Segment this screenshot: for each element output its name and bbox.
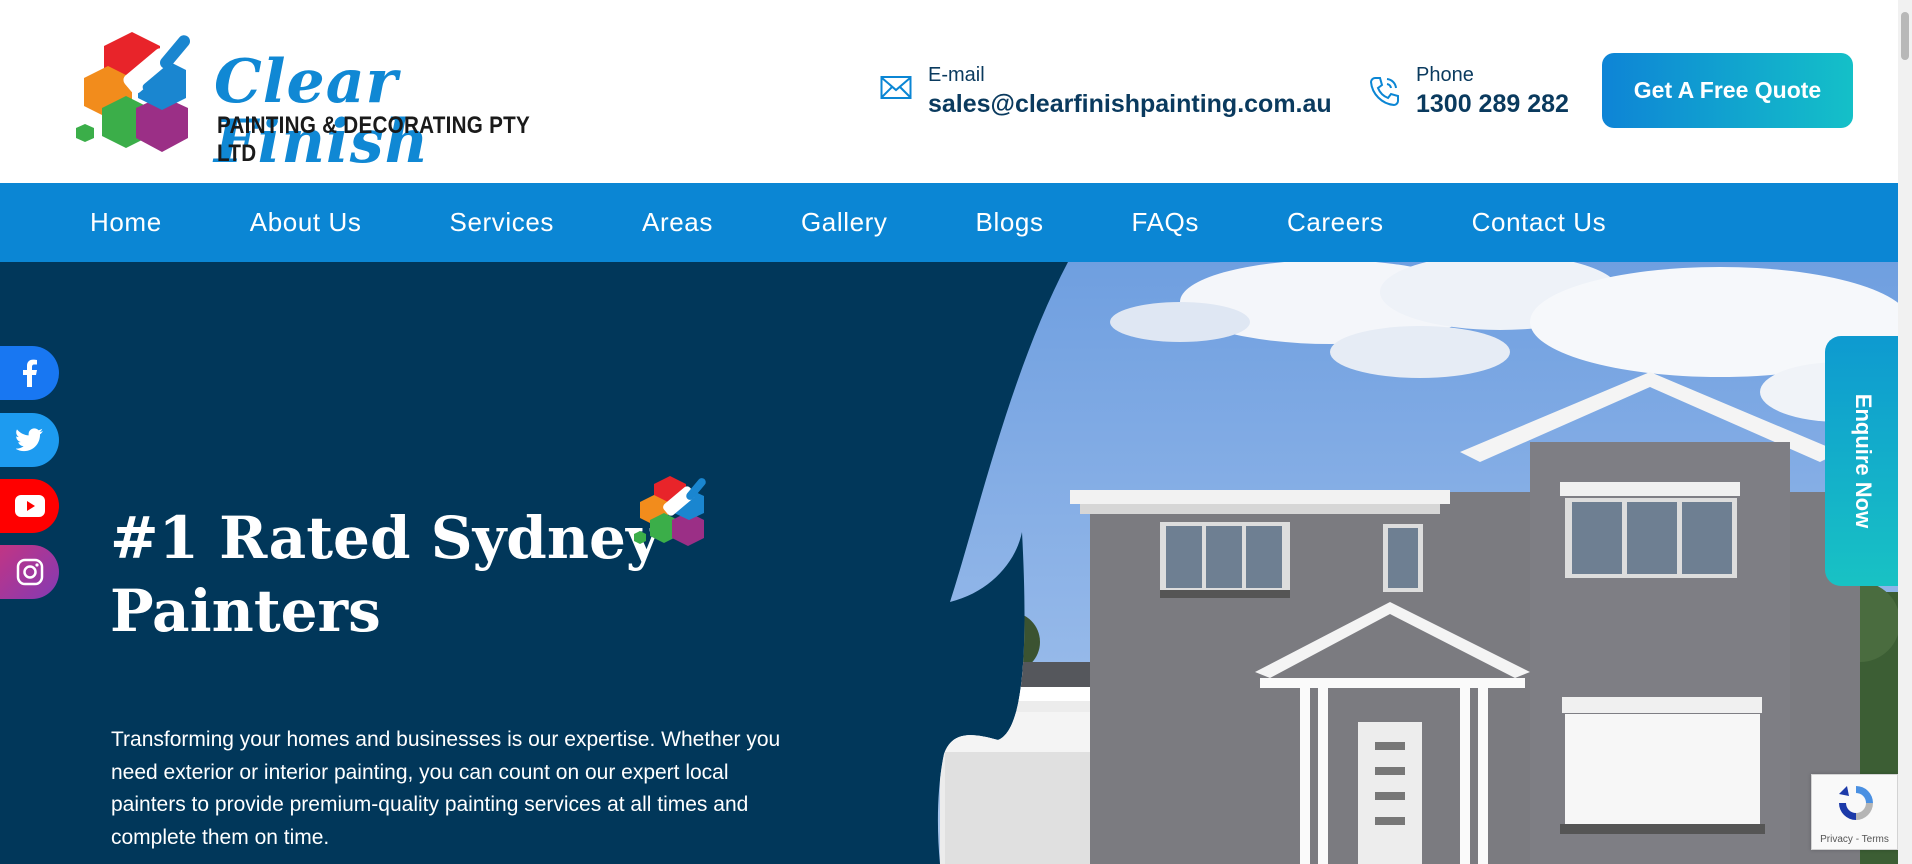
nav-item-about-us[interactable]: About Us: [250, 207, 362, 238]
free-quote-button[interactable]: Get A Free Quote: [1602, 53, 1853, 128]
phone-contact[interactable]: Phone 1300 289 282: [1368, 60, 1588, 120]
logo[interactable]: Clear Finish PAINTING & DECORATING PTY L…: [74, 28, 594, 172]
email-contact[interactable]: E-mail sales@clearfinishpainting.com.au: [880, 60, 1360, 120]
recaptcha-text[interactable]: Privacy - Terms: [1812, 834, 1897, 845]
paint-brush-badge-icon: [634, 476, 706, 546]
enquire-now-label: Enquire Now: [1851, 393, 1876, 529]
scrollbar-thumb[interactable]: [1901, 12, 1909, 60]
nav-item-careers[interactable]: Careers: [1287, 207, 1384, 238]
instagram-link[interactable]: [0, 545, 59, 599]
facebook-link[interactable]: [0, 346, 59, 400]
recaptcha-icon: [1839, 786, 1873, 820]
brand-tagline: PAINTING & DECORATING PTY LTD: [217, 112, 530, 167]
nav-item-contact-us[interactable]: Contact Us: [1472, 207, 1607, 238]
nav-item-blogs[interactable]: Blogs: [976, 207, 1044, 238]
phone-icon: [1369, 77, 1399, 107]
nav-item-areas[interactable]: Areas: [642, 207, 713, 238]
envelope-icon: [880, 76, 912, 99]
nav-item-services[interactable]: Services: [450, 207, 555, 238]
page-scrollbar[interactable]: [1898, 0, 1912, 864]
recaptcha-badge[interactable]: Privacy - Terms: [1811, 774, 1898, 850]
instagram-icon: [16, 558, 43, 586]
nav-item-home[interactable]: Home: [90, 207, 162, 238]
phone-value[interactable]: 1300 289 282: [1416, 90, 1569, 119]
youtube-icon: [14, 495, 45, 517]
email-label: E-mail: [928, 64, 985, 86]
twitter-link[interactable]: [0, 413, 59, 467]
youtube-link[interactable]: [0, 479, 59, 533]
facebook-icon: [22, 359, 37, 387]
phone-label: Phone: [1416, 64, 1474, 86]
logo-mark-icon: [76, 32, 190, 152]
main-nav: Home About Us Services Areas Gallery Blo…: [0, 183, 1898, 262]
nav-item-faqs[interactable]: FAQs: [1132, 207, 1199, 238]
hero-description: Transforming your homes and businesses i…: [111, 728, 781, 849]
twitter-icon: [15, 428, 43, 452]
site-header: Clear Finish PAINTING & DECORATING PTY L…: [0, 0, 1898, 183]
hero-section: #1 Rated Sydney Painters Transforming yo…: [0, 262, 1898, 864]
email-value[interactable]: sales@clearfinishpainting.com.au: [928, 90, 1332, 119]
page: Clear Finish PAINTING & DECORATING PTY L…: [0, 0, 1912, 864]
enquire-now-tab[interactable]: Enquire Now: [1825, 336, 1901, 586]
nav-item-gallery[interactable]: Gallery: [801, 207, 888, 238]
hero-title: #1 Rated Sydney Painters: [110, 504, 660, 645]
